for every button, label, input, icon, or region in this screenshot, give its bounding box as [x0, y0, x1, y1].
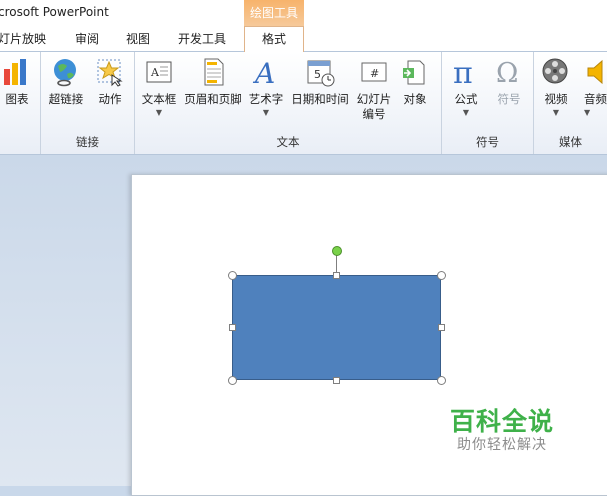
group-label-text: 文本	[276, 135, 300, 149]
omega-icon: Ω	[493, 56, 525, 88]
resize-handle-bottom[interactable]	[333, 377, 340, 384]
tab-format[interactable]: 格式	[244, 26, 304, 52]
tab-view[interactable]: 视图	[126, 30, 150, 47]
svg-text:A: A	[150, 66, 160, 79]
object-button[interactable]: 对象	[398, 56, 432, 107]
action-button[interactable]: 动作	[92, 56, 128, 107]
group-label-links: 链接	[76, 135, 99, 149]
chevron-down-icon: ▼	[462, 108, 470, 117]
group-links: 超链接 动作 链接	[41, 52, 135, 154]
svg-text:A: A	[252, 57, 275, 87]
group-text: A 文本框 ▼ 页眉和页脚 A 艺术字 ▼ 5 日期和时间 # 幻灯片 编号 对…	[135, 52, 442, 154]
group-illustrations: 图表	[0, 52, 41, 154]
chevron-down-icon: ▼	[584, 108, 591, 117]
rotation-handle[interactable]	[332, 246, 342, 256]
watermark-title: 百科全说	[450, 407, 555, 436]
video-button[interactable]: 视频 ▼	[538, 56, 574, 117]
chevron-down-icon: ▼	[155, 108, 163, 117]
hash-page-icon: #	[358, 56, 390, 88]
audio-button[interactable]: 音频 ▼	[584, 56, 607, 117]
group-media: 视频 ▼ 音频 ▼ 媒体	[534, 52, 607, 154]
group-symbols: π 公式 ▼ Ω 符号 符号	[442, 52, 534, 154]
wordart-button[interactable]: A 艺术字 ▼	[246, 56, 286, 117]
resize-handle-top[interactable]	[333, 272, 340, 279]
drawing-tools-context-label: 绘图工具	[244, 0, 304, 26]
resize-handle-bottom-left[interactable]	[228, 376, 237, 385]
calendar-clock-icon: 5	[304, 56, 336, 88]
svg-text:#: #	[370, 67, 379, 80]
group-label-media: 媒体	[559, 135, 582, 149]
globe-link-icon	[50, 56, 82, 88]
datetime-button[interactable]: 5 日期和时间	[288, 56, 352, 107]
chevron-down-icon: ▼	[262, 108, 270, 117]
chart-icon	[1, 56, 33, 88]
group-label-symbols: 符号	[476, 135, 499, 149]
wordart-icon: A	[250, 56, 282, 88]
chevron-down-icon: ▼	[552, 108, 560, 117]
resize-handle-right[interactable]	[438, 324, 445, 331]
speaker-icon	[584, 56, 607, 88]
page-icon	[197, 56, 229, 88]
ribbon-tab-row: 灯片放映 审阅 视图 开发工具 格式	[0, 26, 607, 77]
svg-text:Ω: Ω	[496, 58, 518, 87]
resize-handle-left[interactable]	[229, 324, 236, 331]
resize-handle-top-left[interactable]	[228, 271, 237, 280]
resize-handle-top-right[interactable]	[437, 271, 446, 280]
app-title: crosoft PowerPoint	[0, 5, 109, 19]
equation-button[interactable]: π 公式 ▼	[448, 56, 484, 117]
textbox-button[interactable]: A 文本框 ▼	[139, 56, 179, 117]
pi-icon: π	[450, 56, 482, 88]
chart-button[interactable]: 图表	[0, 56, 34, 107]
rectangle-shape[interactable]	[232, 275, 441, 380]
tab-slideshow[interactable]: 灯片放映	[0, 30, 46, 47]
resize-handle-bottom-right[interactable]	[437, 376, 446, 385]
film-reel-icon	[540, 56, 572, 88]
textbox-icon: A	[143, 56, 175, 88]
ribbon: 图表 超链接 动作 链接 A 文本框 ▼ 页眉和页脚 A 艺术字 ▼ 5 日期和…	[0, 52, 607, 155]
tab-review[interactable]: 审阅	[75, 30, 99, 47]
slide-number-button[interactable]: # 幻灯片 编号	[354, 56, 394, 122]
watermark-subtitle: 助你轻松解决	[457, 437, 547, 453]
svg-text:π: π	[453, 57, 473, 87]
object-icon	[399, 56, 431, 88]
tab-developer[interactable]: 开发工具	[178, 30, 226, 47]
star-cursor-icon	[94, 56, 126, 88]
symbol-button[interactable]: Ω 符号	[492, 56, 526, 107]
hyperlink-button[interactable]: 超链接	[46, 56, 86, 107]
header-footer-button[interactable]: 页眉和页脚	[183, 56, 243, 107]
svg-text:5: 5	[314, 68, 321, 81]
